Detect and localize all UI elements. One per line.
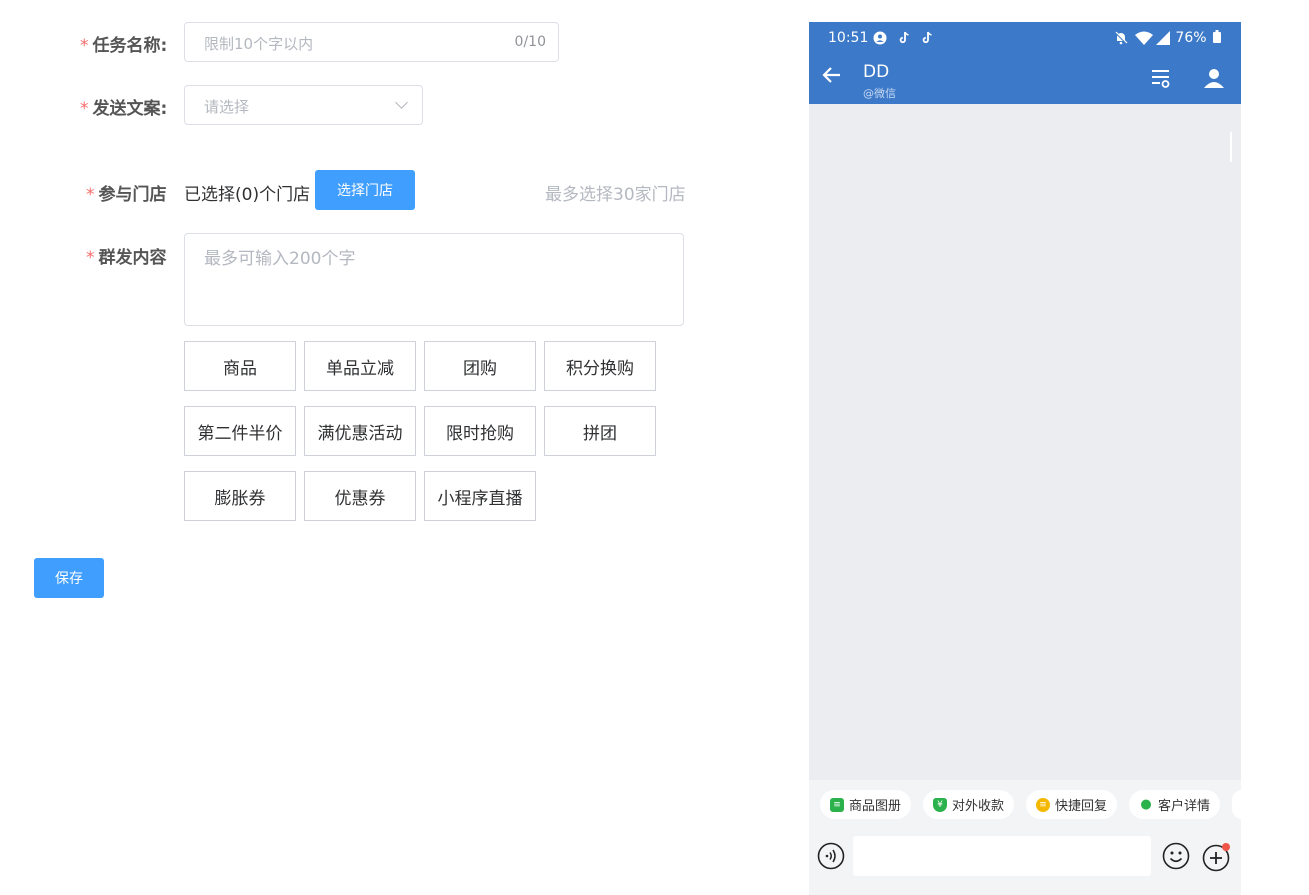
quick-reply-icon: ≡ xyxy=(1036,797,1050,812)
battery-indicator: 76% xyxy=(1175,30,1221,46)
tool-quick-reply[interactable]: ≡ 快捷回复 xyxy=(1026,790,1118,819)
content-label: * 群发内容 xyxy=(86,248,167,268)
battery-percent: 76% xyxy=(1175,30,1207,46)
chip-product[interactable]: 商品 xyxy=(184,341,296,391)
back-arrow-icon[interactable] xyxy=(821,64,843,90)
copy-label: * 发送文案: xyxy=(80,99,168,119)
chat-input-bar xyxy=(809,830,1241,895)
tool-label: 快捷回复 xyxy=(1055,799,1108,814)
tiktok-icon xyxy=(922,31,934,47)
required-mark: * xyxy=(80,99,89,119)
signal-icon xyxy=(1156,31,1170,48)
chat-contact-source: @微信 xyxy=(863,87,896,100)
copy-select-placeholder: 请选择 xyxy=(204,98,250,116)
catalog-icon: ≡ xyxy=(830,797,844,812)
save-button[interactable]: 保存 xyxy=(34,558,104,598)
tool-label: 客户详情 xyxy=(1158,799,1211,814)
chevron-down-icon xyxy=(395,96,408,109)
task-name-input[interactable]: 限制10个字以内 0/10 xyxy=(184,22,559,62)
chat-contact-name: DD xyxy=(863,62,890,82)
select-stores-button[interactable]: 选择门店 xyxy=(315,170,415,210)
chip-mini-program-live[interactable]: 小程序直播 xyxy=(424,471,536,521)
battery-icon xyxy=(1213,30,1221,43)
message-input[interactable] xyxy=(853,836,1151,876)
mute-icon xyxy=(1114,31,1128,48)
content-textarea[interactable]: 最多可输入200个字 xyxy=(184,233,684,326)
chip-single-discount[interactable]: 单品立减 xyxy=(304,341,416,391)
stores-limit-hint: 最多选择30家门店 xyxy=(545,185,686,205)
required-mark: * xyxy=(86,185,95,205)
copy-select[interactable]: 请选择 xyxy=(184,85,423,125)
tiktok-icon xyxy=(899,31,911,47)
voice-input-icon[interactable] xyxy=(817,842,845,874)
tool-customer-details[interactable]: ● 客户详情 xyxy=(1129,790,1221,819)
chip-points-redeem[interactable]: 积分换购 xyxy=(544,341,656,391)
tool-external-payment[interactable]: ¥ 对外收款 xyxy=(923,790,1015,819)
task-name-counter: 0/10 xyxy=(514,34,546,50)
tool-label: 商品图册 xyxy=(849,799,902,814)
task-name-placeholder: 限制10个字以内 xyxy=(204,35,314,53)
required-mark: * xyxy=(80,36,89,56)
contact-profile-icon[interactable] xyxy=(1203,67,1225,93)
app-notification-icon xyxy=(873,31,887,48)
phone-preview: 10:51 76% DD @微信 ≡ 商品图册 ¥ 对外收款 ≡ 快捷回复 ● … xyxy=(809,22,1241,895)
status-time: 10:51 xyxy=(828,30,869,46)
chip-flash-sale[interactable]: 限时抢购 xyxy=(424,406,536,456)
status-bar: 10:51 76% xyxy=(809,22,1241,54)
task-name-label: * 任务名称: xyxy=(80,36,168,56)
tool-more-partial[interactable] xyxy=(1232,790,1241,819)
chip-coupon[interactable]: 优惠券 xyxy=(304,471,416,521)
customer-icon: ● xyxy=(1140,797,1152,812)
selected-stores-count: 已选择(0)个门店 xyxy=(184,185,311,205)
chip-group-deal[interactable]: 拼团 xyxy=(544,406,656,456)
emoji-icon[interactable] xyxy=(1162,842,1190,874)
required-mark: * xyxy=(86,248,95,268)
plus-more-icon[interactable] xyxy=(1202,842,1232,876)
payment-icon: ¥ xyxy=(933,797,947,812)
content-placeholder: 最多可输入200个字 xyxy=(204,249,356,269)
stores-label: * 参与门店 xyxy=(86,185,167,205)
chat-header: DD @微信 xyxy=(809,54,1241,104)
chat-scrollbar[interactable] xyxy=(1230,132,1232,162)
chip-second-half-price[interactable]: 第二件半价 xyxy=(184,406,296,456)
tool-product-catalog[interactable]: ≡ 商品图册 xyxy=(820,790,912,819)
chat-menu-icon[interactable] xyxy=(1150,68,1172,94)
chip-expansion-coupon[interactable]: 膨胀券 xyxy=(184,471,296,521)
chip-group-buy[interactable]: 团购 xyxy=(424,341,536,391)
tool-label: 对外收款 xyxy=(952,799,1005,814)
chat-quick-toolbar: ≡ 商品图册 ¥ 对外收款 ≡ 快捷回复 ● 客户详情 xyxy=(809,780,1241,830)
chip-full-discount[interactable]: 满优惠活动 xyxy=(304,406,416,456)
wifi-icon xyxy=(1135,31,1153,48)
